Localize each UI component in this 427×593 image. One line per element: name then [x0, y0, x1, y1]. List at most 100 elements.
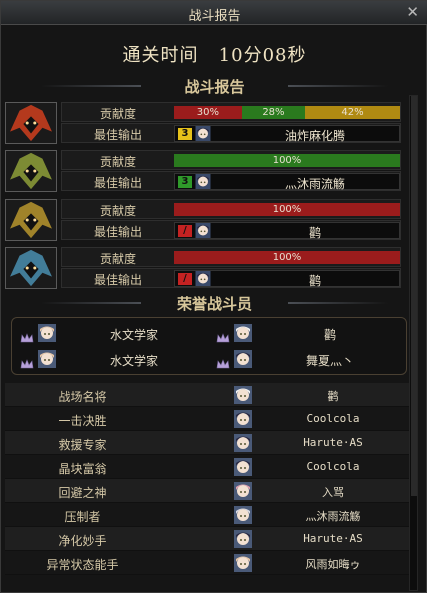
- contribution-row: 贡献度 30% 28% 42%: [61, 102, 401, 122]
- scrollbar-thumb[interactable]: [411, 96, 417, 496]
- player-class-portrait: [5, 199, 57, 241]
- award-avatar: [234, 410, 252, 428]
- contribution-segment: 30%: [174, 106, 242, 119]
- rank-badge: 3: [178, 128, 192, 140]
- award-avatar: [234, 458, 252, 476]
- award-title: 战场名将: [58, 390, 107, 404]
- award-title: 一击决胜: [58, 414, 107, 428]
- header-ornament: [41, 85, 141, 87]
- battle-report-window: 战斗报告 ✕ 通关时间 10分08秒 战斗报告 贡献度 30% 28% 42% 最佳输出…: [0, 0, 427, 593]
- award-avatar: [234, 386, 252, 404]
- best-output-box: 3 灬沐雨流觞: [174, 173, 400, 191]
- title-bar[interactable]: 战斗报告 ✕: [1, 1, 427, 25]
- contribution-bar: 100%: [174, 203, 400, 216]
- award-row: 净化妙手 Harute·AS: [5, 527, 409, 551]
- award-row: 压制者 灬沐雨流觞: [5, 503, 409, 527]
- honor-members-box: 水文学家鹳水文学家 舞夏灬丶: [11, 317, 407, 375]
- member-avatar: [38, 324, 56, 342]
- honor-header: 荣誉战斗员: [41, 292, 388, 314]
- award-avatar: [234, 506, 252, 524]
- award-title: 异常状态能手: [46, 558, 119, 572]
- player-name: 灬沐雨流觞: [284, 177, 345, 191]
- contribution-segment: 100%: [174, 203, 400, 216]
- best-output-label: 最佳输出: [93, 128, 142, 142]
- window-title: 战斗报告: [188, 9, 241, 24]
- award-player-name: Coolcola: [306, 460, 360, 473]
- honor-member: 鹳: [212, 322, 402, 346]
- member-name: 鹳: [323, 328, 336, 342]
- contribution-label: 贡献度: [99, 107, 136, 121]
- award-row: 战场名将 鹳: [5, 383, 409, 407]
- award-avatar: [234, 434, 252, 452]
- award-title: 回避之神: [58, 486, 107, 500]
- award-title: 压制者: [64, 510, 101, 524]
- member-avatar: [234, 350, 252, 368]
- crown-icon: [216, 328, 230, 343]
- crown-icon: [20, 354, 34, 369]
- member-avatar: [234, 324, 252, 342]
- contribution-row: 贡献度 100%: [61, 150, 401, 170]
- award-player-name: Harute·AS: [303, 532, 363, 545]
- best-output-label: 最佳输出: [93, 176, 142, 190]
- best-output-row: 最佳输出 / 鹳: [61, 220, 401, 240]
- player-row: 贡献度 100% 最佳输出 / 鹳: [5, 199, 401, 241]
- player-name: 鹳: [308, 274, 321, 288]
- best-output-row: 最佳输出 3 油炸麻化腾: [61, 123, 401, 143]
- scrollbar[interactable]: [409, 95, 418, 591]
- award-row: 救援专家 Harute·AS: [5, 431, 409, 455]
- contribution-bar: 30% 28% 42%: [174, 106, 400, 119]
- rank-badge: /: [178, 225, 192, 237]
- award-avatar: [234, 554, 252, 572]
- player-avatar: [195, 271, 211, 286]
- award-player-name: 灬沐雨流觞: [305, 510, 361, 523]
- award-player-name: Coolcola: [306, 412, 360, 425]
- header-ornament: [41, 302, 141, 304]
- member-name: 水文学家: [109, 328, 158, 342]
- awards-table: 战场名将 鹳一击决胜 Coolcola 救援专家 Harute·AS 晶块富翁 Coolco…: [5, 383, 409, 575]
- award-player-name: 风雨如晦ゥ: [305, 558, 361, 571]
- award-row: 回避之神 入骂: [5, 479, 409, 503]
- award-player-name: 鹳: [327, 390, 339, 403]
- crown-icon: [20, 328, 34, 343]
- contribution-segment: 42%: [305, 106, 400, 119]
- award-row: 一击决胜 Coolcola: [5, 407, 409, 431]
- header-ornament: [288, 85, 388, 87]
- battle-report-header: 战斗报告: [41, 75, 388, 97]
- best-output-row: 最佳输出 / 鹳: [61, 268, 401, 288]
- award-title: 救援专家: [58, 438, 107, 452]
- best-output-box: / 鹳: [174, 270, 400, 288]
- best-output-row: 最佳输出 3 灬沐雨流觞: [61, 171, 401, 191]
- player-row: 贡献度 100% 最佳输出 3 灬沐雨流觞: [5, 150, 401, 192]
- player-avatar: [195, 126, 211, 141]
- player-row: 贡献度 30% 28% 42% 最佳输出 3 油炸麻化腾: [5, 102, 401, 144]
- rank-badge: 3: [178, 176, 192, 188]
- contribution-segment: 100%: [174, 251, 400, 264]
- award-avatar: [234, 530, 252, 548]
- award-player-name: 入骂: [322, 486, 344, 499]
- contribution-bar: 100%: [174, 251, 400, 264]
- player-avatar: [195, 223, 211, 238]
- honor-member: 水文学家: [16, 348, 206, 372]
- contribution-segment: 100%: [174, 154, 400, 167]
- contribution-label: 贡献度: [99, 204, 136, 218]
- clear-time-value: 10分08秒: [218, 45, 307, 66]
- award-row: 晶块富翁 Coolcola: [5, 455, 409, 479]
- honor-member: 水文学家: [16, 322, 206, 346]
- best-output-label: 最佳输出: [93, 225, 142, 239]
- player-row: 贡献度 100% 最佳输出 / 鹳: [5, 247, 401, 289]
- player-name: 油炸麻化腾: [284, 129, 345, 143]
- player-class-portrait: [5, 102, 57, 144]
- contribution-row: 贡献度 100%: [61, 247, 401, 267]
- contribution-segment: 28%: [241, 106, 306, 119]
- best-output-label: 最佳输出: [93, 273, 142, 287]
- award-row: 异常状态能手 风雨如晦ゥ: [5, 551, 409, 575]
- clear-time-label: 通关时间: [122, 45, 199, 66]
- close-icon[interactable]: ✕: [406, 3, 419, 21]
- player-avatar: [195, 174, 211, 189]
- crown-icon: [216, 354, 230, 369]
- player-name: 鹳: [308, 226, 321, 240]
- best-output-box: 3 油炸麻化腾: [174, 125, 400, 143]
- award-title: 净化妙手: [58, 534, 107, 548]
- player-class-portrait: [5, 150, 57, 192]
- award-title: 晶块富翁: [58, 462, 107, 476]
